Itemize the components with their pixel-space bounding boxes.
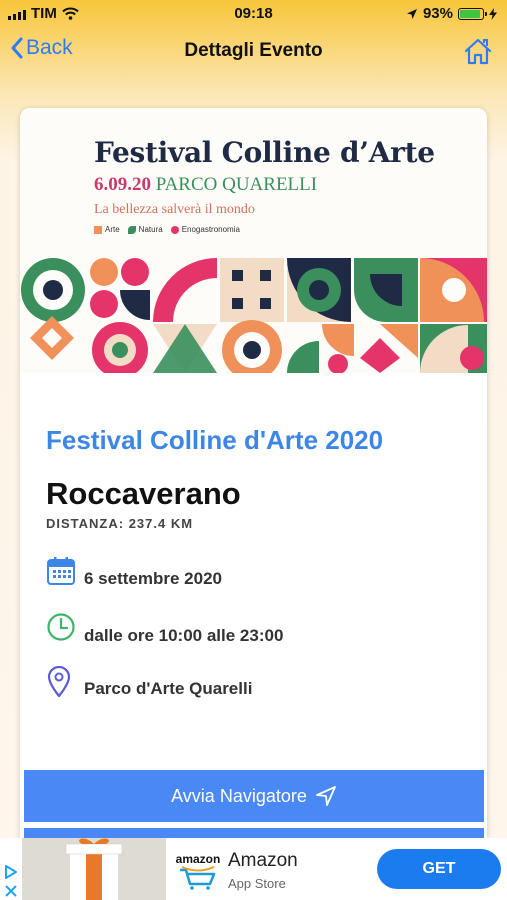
- ad-subtitle: App Store: [228, 876, 286, 891]
- battery-icon: [458, 7, 487, 20]
- ad-image: [22, 838, 166, 900]
- event-hours: dalle ore 10:00 alle 23:00: [84, 626, 284, 645]
- poster-mosaic-illustration: [20, 258, 487, 373]
- home-icon: [464, 38, 492, 65]
- poster-date: 6.09.20: [94, 174, 151, 195]
- event-distance: DISTANZA: 237.4 KM: [46, 516, 194, 531]
- event-city: Roccaverano: [46, 476, 241, 511]
- legend-label: Natura: [138, 225, 163, 234]
- status-right: 93%: [406, 5, 497, 22]
- event-poster: Festival Colline d’Arte 6.09.20 PARCO QU…: [20, 108, 487, 373]
- navigation-bar: Back Dettagli Evento: [0, 28, 507, 76]
- event-title: Festival Colline d'Arte 2020: [46, 425, 384, 455]
- navigation-arrow-icon: [315, 786, 336, 806]
- clock-icon: [46, 612, 84, 642]
- legend-label: Arte: [105, 225, 120, 234]
- poster-legend: Arte Natura Enogastronomia: [94, 225, 240, 234]
- legend-swatch: [94, 225, 102, 234]
- amazon-wordmark: amazon: [175, 852, 221, 866]
- status-bar: TIM 09:18 93%: [0, 0, 507, 28]
- location-arrow-icon: [406, 8, 417, 19]
- start-navigator-button[interactable]: Avvia Navigatore: [24, 770, 484, 822]
- event-card: Festival Colline d’Arte 6.09.20 PARCO QU…: [20, 108, 487, 868]
- legend-label: Enogastronomia: [181, 225, 240, 234]
- ad-title: Amazon: [228, 850, 298, 871]
- battery-fill: [460, 9, 481, 18]
- info-row-venue: Parco d'Arte Quarelli: [46, 665, 252, 699]
- poster-place: PARCO QUARELLI: [155, 174, 318, 195]
- ad-choices[interactable]: [0, 838, 22, 900]
- legend-item-enogastronomia: Enogastronomia: [170, 225, 240, 234]
- page-title: Dettagli Evento: [184, 40, 323, 61]
- ad-get-button[interactable]: GET: [377, 849, 501, 889]
- calendar-icon: [46, 556, 84, 586]
- home-button[interactable]: [463, 36, 493, 71]
- event-venue: Parco d'Arte Quarelli: [84, 679, 253, 698]
- poster-title: Festival Colline d’Arte: [94, 136, 435, 169]
- legend-swatch: [170, 225, 179, 234]
- poster-tagline: La bellezza salverà il mondo: [94, 202, 255, 217]
- battery-percent: 93%: [422, 5, 453, 22]
- ad-banner[interactable]: amazon Amazon App Store GET: [0, 838, 507, 900]
- cart-icon: [180, 866, 216, 890]
- legend-swatch: [127, 225, 136, 234]
- event-date: 6 settembre 2020: [84, 569, 222, 588]
- gift-illustration: [22, 838, 166, 900]
- legend-item-natura: Natura: [127, 225, 163, 234]
- legend-item-arte: Arte: [94, 225, 120, 234]
- info-row-hours: dalle ore 10:00 alle 23:00: [46, 608, 283, 646]
- amazon-logo: amazon: [174, 850, 222, 892]
- info-row-date: 6 settembre 2020: [46, 553, 222, 589]
- poster-date-line: 6.09.20 PARCO QUARELLI: [94, 174, 317, 196]
- ad-choices-icon: [5, 865, 17, 879]
- start-navigator-label: Avvia Navigatore: [171, 785, 307, 806]
- close-icon[interactable]: [4, 884, 18, 898]
- location-pin-icon: [46, 666, 84, 698]
- charging-icon: [489, 7, 497, 20]
